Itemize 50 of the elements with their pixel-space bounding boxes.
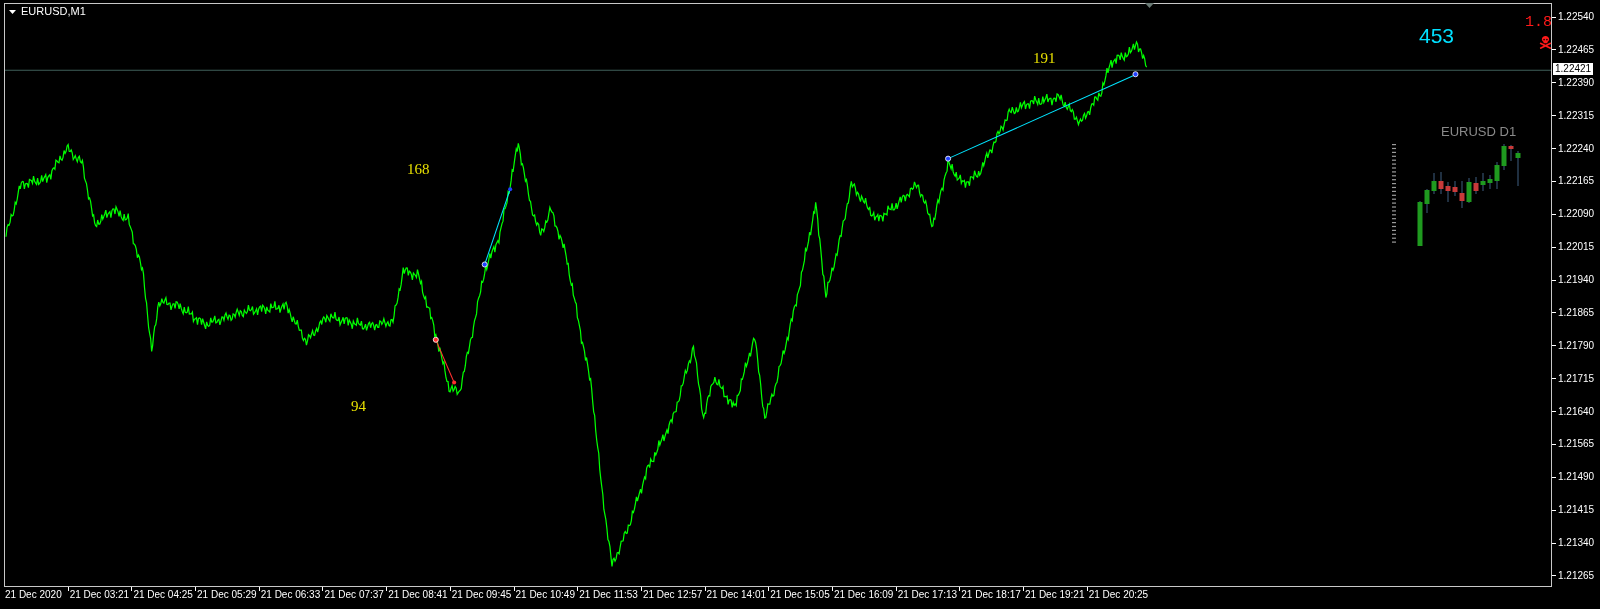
skull-icon [1539,36,1552,49]
price-label: 1.21865 [1558,307,1595,318]
time-label: 21 Dec 11:53 [579,590,638,600]
trend-line[interactable] [945,71,1139,162]
spread-label: 1.8 [1525,15,1552,30]
price-label: 1.21490 [1558,472,1595,483]
time-label: 21 Dec 15:05 [770,590,830,600]
price-label: 1.21790 [1558,340,1595,351]
price-label: 1.22015 [1558,242,1595,253]
price-label: 1.22240 [1558,143,1595,154]
count-label: 191 [1033,51,1056,66]
time-label: 21 Dec 17:13 [897,590,958,600]
chart-title[interactable]: EURUSD,M1 [21,6,86,17]
counter-label: 453 [1419,25,1455,46]
time-label: 21 Dec 16:09 [833,590,894,600]
time-label: 21 Dec 04:25 [133,590,193,600]
time-label: 21 Dec 12:57 [642,590,703,600]
time-label: 21 Dec 19:21 [1025,590,1085,600]
time-label: 21 Dec 14:01 [706,590,767,600]
time-label: 21 Dec 18:17 [961,590,1021,600]
count-label: 168 [407,162,430,177]
price-label: 1.21940 [1558,275,1595,285]
time-label: 21 Dec 2020 [5,590,62,600]
time-label: 21 Dec 09:45 [451,590,512,600]
price-label: 1.22315 [1558,110,1595,121]
time-label: 21 Dec 07:37 [324,590,384,600]
current-price-label: 1.22421 [1553,63,1594,75]
inset-title: EURUSD D1 [1441,125,1517,138]
time-label: 21 Dec 06:33 [260,590,321,600]
price-label: 1.22165 [1558,176,1595,187]
price-label: 1.21265 [1558,570,1595,581]
price-label: 1.21340 [1558,538,1595,548]
count-label: 94 [351,399,366,414]
time-label: 21 Dec 08:41 [388,590,448,600]
time-label: 21 Dec 05:29 [197,590,257,600]
shift-marker-icon[interactable] [1145,3,1154,8]
price-label: 1.22090 [1558,209,1595,220]
trend-line[interactable] [481,187,513,268]
price-label: 1.21715 [1558,373,1595,384]
price-label: 1.22465 [1558,44,1595,55]
price-label: 1.21565 [1558,439,1595,450]
time-label: 21 Dec 03:21 [69,590,130,600]
price-label: 1.22390 [1558,77,1595,88]
dropdown-icon[interactable] [9,9,16,14]
time-label: 21 Dec 10:49 [515,590,575,600]
price-label: 1.21640 [1558,406,1595,417]
price-label: 1.22540 [1558,12,1595,22]
trend-line[interactable] [432,336,457,385]
price-label: 1.21415 [1558,505,1595,516]
time-label: 21 Dec 20:25 [1088,590,1149,600]
